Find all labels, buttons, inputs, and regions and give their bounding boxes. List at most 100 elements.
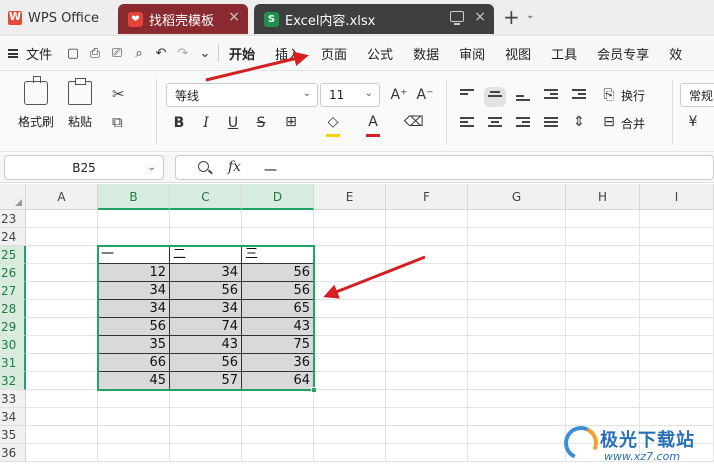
cell-i29[interactable] xyxy=(640,318,714,336)
border-icon[interactable]: ⊞ xyxy=(282,114,300,130)
cell-b33[interactable] xyxy=(98,390,170,408)
cell-c25[interactable]: 二 xyxy=(170,246,242,264)
cell-a27[interactable] xyxy=(26,282,98,300)
column-header-h[interactable]: H xyxy=(566,184,640,210)
row-header-32[interactable]: 32 xyxy=(0,372,26,390)
cell-b28[interactable]: 34 xyxy=(98,300,170,318)
cell-h24[interactable] xyxy=(566,228,640,246)
cell-e26[interactable] xyxy=(314,264,386,282)
redo-icon[interactable]: ↷ xyxy=(176,46,190,61)
cell-h29[interactable] xyxy=(566,318,640,336)
new-tab-plus-icon[interactable]: + xyxy=(503,5,520,29)
cell-b25[interactable]: 一 xyxy=(98,246,170,264)
close-icon[interactable]: × xyxy=(228,9,240,25)
cell-i23[interactable] xyxy=(640,210,714,228)
cell-g25[interactable] xyxy=(468,246,566,264)
cell-i28[interactable] xyxy=(640,300,714,318)
cell-d30[interactable]: 75 xyxy=(242,336,314,354)
cell-d32[interactable]: 64 xyxy=(242,372,314,390)
cell-f36[interactable] xyxy=(386,444,468,462)
name-box[interactable]: B25 ⌄ xyxy=(4,155,164,180)
wrap-text-label[interactable]: 换行 xyxy=(621,87,645,104)
row-header-27[interactable]: 27 xyxy=(0,282,26,300)
row-header-35[interactable]: 35 xyxy=(0,426,26,444)
cell-d28[interactable]: 65 xyxy=(242,300,314,318)
cell-h31[interactable] xyxy=(566,354,640,372)
row-header-31[interactable]: 31 xyxy=(0,354,26,372)
cell-f24[interactable] xyxy=(386,228,468,246)
cell-d26[interactable]: 56 xyxy=(242,264,314,282)
cell-c30[interactable]: 43 xyxy=(170,336,242,354)
select-all-corner[interactable] xyxy=(0,184,26,210)
cell-d31[interactable]: 36 xyxy=(242,354,314,372)
cell-e24[interactable] xyxy=(314,228,386,246)
zoom-icon[interactable] xyxy=(198,161,209,172)
cell-e31[interactable] xyxy=(314,354,386,372)
cell-b29[interactable]: 56 xyxy=(98,318,170,336)
row-header-28[interactable]: 28 xyxy=(0,300,26,318)
font-name-select[interactable]: 等线 ⌄ xyxy=(166,83,318,107)
cell-i30[interactable] xyxy=(640,336,714,354)
bold-button[interactable]: B xyxy=(170,115,188,131)
cell-d29[interactable]: 43 xyxy=(242,318,314,336)
cell-h23[interactable] xyxy=(566,210,640,228)
cell-f26[interactable] xyxy=(386,264,468,282)
cell-d33[interactable] xyxy=(242,390,314,408)
cell-f32[interactable] xyxy=(386,372,468,390)
tab-insert[interactable]: 插入 xyxy=(275,44,301,63)
cell-e36[interactable] xyxy=(314,444,386,462)
cell-i32[interactable] xyxy=(640,372,714,390)
cell-a26[interactable] xyxy=(26,264,98,282)
monitor-icon[interactable] xyxy=(450,11,464,25)
cell-h32[interactable] xyxy=(566,372,640,390)
format-painter-button[interactable]: 格式刷 xyxy=(18,76,54,130)
cell-a24[interactable] xyxy=(26,228,98,246)
cell-d34[interactable] xyxy=(242,408,314,426)
cell-i33[interactable] xyxy=(640,390,714,408)
currency-icon[interactable]: ¥ xyxy=(684,114,702,130)
font-color-icon[interactable]: A xyxy=(364,114,382,130)
increase-font-icon[interactable]: A⁺ xyxy=(390,87,408,103)
cell-f33[interactable] xyxy=(386,390,468,408)
cell-c26[interactable]: 34 xyxy=(170,264,242,282)
cell-f27[interactable] xyxy=(386,282,468,300)
cell-a32[interactable] xyxy=(26,372,98,390)
row-header-29[interactable]: 29 xyxy=(0,318,26,336)
cell-c23[interactable] xyxy=(170,210,242,228)
column-header-i[interactable]: I xyxy=(640,184,714,210)
cell-e23[interactable] xyxy=(314,210,386,228)
justify-icon[interactable] xyxy=(544,117,558,129)
fill-color-icon[interactable]: ◇ xyxy=(324,114,342,130)
merge-cells-icon[interactable]: ⊟ xyxy=(600,114,618,130)
paste-button[interactable]: 粘贴 xyxy=(68,78,92,130)
cell-g36[interactable] xyxy=(468,444,566,462)
tab-efficiency[interactable]: 效 xyxy=(669,44,682,63)
cell-b24[interactable] xyxy=(98,228,170,246)
cell-g24[interactable] xyxy=(468,228,566,246)
cell-f23[interactable] xyxy=(386,210,468,228)
align-middle-icon[interactable] xyxy=(484,87,506,107)
cell-h27[interactable] xyxy=(566,282,640,300)
cell-g32[interactable] xyxy=(468,372,566,390)
column-header-a[interactable]: A xyxy=(26,184,98,210)
tab-excel-file[interactable]: S Excel内容.xlsx × xyxy=(254,4,494,34)
chevron-down-icon[interactable]: ⌄ xyxy=(526,10,534,21)
save-icon[interactable]: ▢ xyxy=(66,46,80,61)
distributed-align-icon[interactable]: ⇕ xyxy=(570,114,588,130)
fill-handle[interactable] xyxy=(311,387,317,393)
cell-i24[interactable] xyxy=(640,228,714,246)
cell-a23[interactable] xyxy=(26,210,98,228)
cell-g27[interactable] xyxy=(468,282,566,300)
row-header-33[interactable]: 33 xyxy=(0,390,26,408)
cell-b35[interactable] xyxy=(98,426,170,444)
font-size-select[interactable]: 11 ⌄ xyxy=(320,83,380,107)
function-icon[interactable]: fx xyxy=(228,159,241,175)
row-header-34[interactable]: 34 xyxy=(0,408,26,426)
strikethrough-button[interactable]: S xyxy=(252,115,270,131)
italic-button[interactable]: I xyxy=(197,115,215,131)
cell-g35[interactable] xyxy=(468,426,566,444)
cell-f31[interactable] xyxy=(386,354,468,372)
print-icon[interactable]: ⎚ xyxy=(110,46,124,61)
tab-tools[interactable]: 工具 xyxy=(551,44,577,63)
cell-c34[interactable] xyxy=(170,408,242,426)
